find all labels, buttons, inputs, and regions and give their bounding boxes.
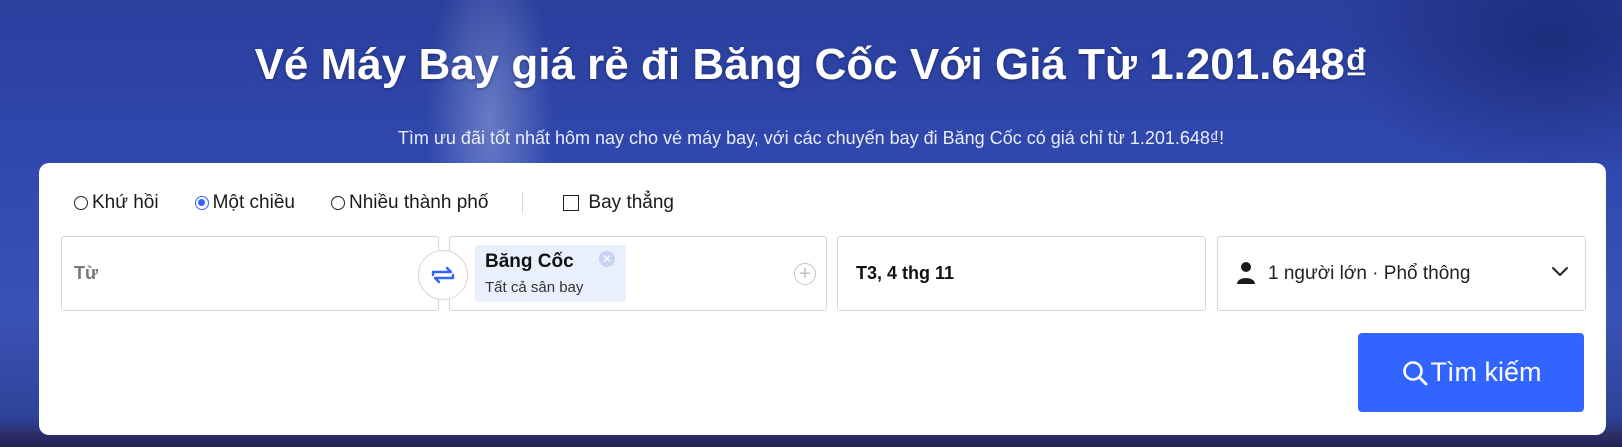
- page-title: Vé Máy Bay giá rẻ đi Băng Cốc Với Giá Từ…: [254, 40, 1368, 89]
- swap-icon: [431, 266, 455, 284]
- direct-flight-checkbox[interactable]: [563, 195, 580, 211]
- trip-type-label: Khứ hồi: [92, 192, 159, 213]
- search-button-label: Tìm kiếm: [1430, 357, 1542, 387]
- trip-type-round-trip[interactable]: Khứ hồi: [74, 192, 159, 214]
- search-icon: [1402, 360, 1427, 385]
- passenger-summary: 1 người lớn · Phổ thông: [1268, 263, 1471, 284]
- swap-button[interactable]: [418, 250, 468, 300]
- page-subtitle: Tìm ưu đãi tốt nhất hôm nay cho vé máy b…: [397, 128, 1225, 148]
- direct-flight-label: Bay thẳng: [588, 192, 674, 213]
- trip-type-selector: Khứ hồi Một chiều Nhiều thành phố Bay th…: [74, 191, 674, 215]
- radio-round-trip[interactable]: [74, 196, 88, 210]
- search-button[interactable]: Tìm kiếm: [1358, 333, 1584, 412]
- departure-date: T3, 4 thg 11: [856, 263, 955, 283]
- close-icon[interactable]: ✕: [599, 251, 615, 267]
- date-picker[interactable]: T3, 4 thg 11: [837, 236, 1206, 311]
- divider: [522, 192, 524, 214]
- from-input[interactable]: Từ: [61, 236, 439, 311]
- to-input[interactable]: Băng Cốc Tất cả sân bay ✕ +: [449, 236, 827, 311]
- flight-search-card: Khứ hồi Một chiều Nhiều thành phố Bay th…: [39, 163, 1606, 435]
- direct-flight-option[interactable]: Bay thẳng: [563, 192, 674, 214]
- trip-type-one-way[interactable]: Một chiều: [194, 192, 295, 214]
- chevron-down-icon: [1552, 267, 1568, 276]
- destination-chip[interactable]: Băng Cốc Tất cả sân bay ✕: [475, 245, 626, 302]
- passenger-class-selector[interactable]: 1 người lớn · Phổ thông: [1217, 236, 1586, 311]
- destination-city: Băng Cốc: [485, 251, 574, 272]
- trip-type-label: Một chiều: [212, 192, 295, 213]
- trip-type-label: Nhiều thành phố: [348, 192, 489, 213]
- radio-multi-city[interactable]: [330, 196, 345, 210]
- destination-airports: Tất cả sân bay: [485, 279, 584, 296]
- plus-circle-icon[interactable]: +: [794, 263, 816, 285]
- trip-type-multi-city[interactable]: Nhiều thành phố: [330, 192, 489, 214]
- from-placeholder: Từ: [74, 263, 99, 283]
- radio-one-way[interactable]: [194, 196, 209, 210]
- person-icon: [1237, 262, 1255, 284]
